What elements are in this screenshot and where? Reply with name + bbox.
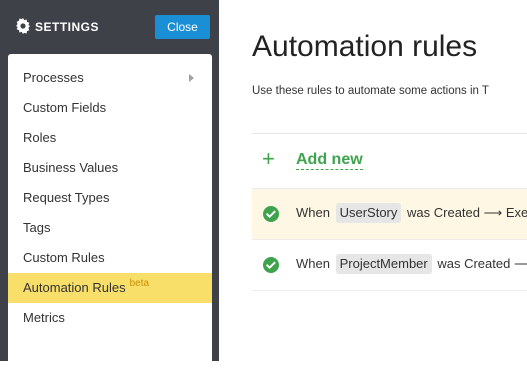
rule-when: When <box>296 256 330 271</box>
menu-item-roles[interactable]: Roles <box>8 123 212 153</box>
menu-item-custom-rules[interactable]: Custom Rules <box>8 243 212 273</box>
menu-item-tags[interactable]: Tags <box>8 213 212 243</box>
rule-row[interactable]: When UserStory was Created ⟶ Exec <box>252 188 527 239</box>
rule-row[interactable]: When ProjectMember was Created ⟶ <box>252 239 527 291</box>
rule-action: was Created ⟶ <box>437 256 527 271</box>
rule-text: When UserStory was Created ⟶ Exec <box>296 203 527 223</box>
menu-item-label: Custom Fields <box>23 100 107 115</box>
rule-text: When ProjectMember was Created ⟶ <box>296 254 527 274</box>
chevron-right-icon <box>189 74 194 82</box>
settings-title: SETTINGS <box>35 20 100 34</box>
menu-item-custom-fields[interactable]: Custom Fields <box>8 93 212 123</box>
menu-item-label: Custom Rules <box>23 250 105 265</box>
add-new-row: + Add new <box>252 134 527 187</box>
settings-header: SETTINGS Close <box>0 0 219 54</box>
menu-item-request-types[interactable]: Request Types <box>8 183 212 213</box>
menu-item-metrics[interactable]: Metrics <box>8 303 212 333</box>
settings-sidebar: SETTINGS Close Processes Custom Fields R… <box>0 0 219 374</box>
settings-menu: Processes Custom Fields Roles Business V… <box>8 54 212 374</box>
menu-item-label: Automation Rules <box>23 280 126 295</box>
check-circle-icon <box>263 206 279 222</box>
menu-item-label-wrap: Automation Rules beta <box>23 273 149 305</box>
menu-item-label: Request Types <box>23 190 110 205</box>
page-description: Use these rules to automate some actions… <box>252 85 489 97</box>
menu-item-label: Roles <box>23 130 57 145</box>
rule-when: When <box>296 205 330 220</box>
check-circle-icon <box>263 257 279 273</box>
menu-item-label: Tags <box>23 220 51 235</box>
menu-item-label: Metrics <box>23 310 65 325</box>
beta-badge: beta <box>129 278 150 289</box>
plus-icon[interactable]: + <box>262 148 275 170</box>
page-title: Automation rules <box>252 30 478 63</box>
menu-item-label: Processes <box>23 70 84 85</box>
menu-item-automation-rules[interactable]: Automation Rules beta <box>8 273 212 303</box>
rule-action: was Created ⟶ Exec <box>407 205 527 220</box>
menu-item-business-values[interactable]: Business Values <box>8 153 212 183</box>
menu-item-label: Business Values <box>23 160 119 175</box>
entity-chip: UserStory <box>335 203 402 223</box>
gear-icon <box>16 18 30 34</box>
close-button[interactable]: Close <box>155 15 210 39</box>
menu-item-processes[interactable]: Processes <box>8 63 212 93</box>
entity-chip: ProjectMember <box>335 254 432 274</box>
main-content: Automation rules Use these rules to auto… <box>219 0 527 361</box>
add-new-link[interactable]: Add new <box>296 151 363 170</box>
